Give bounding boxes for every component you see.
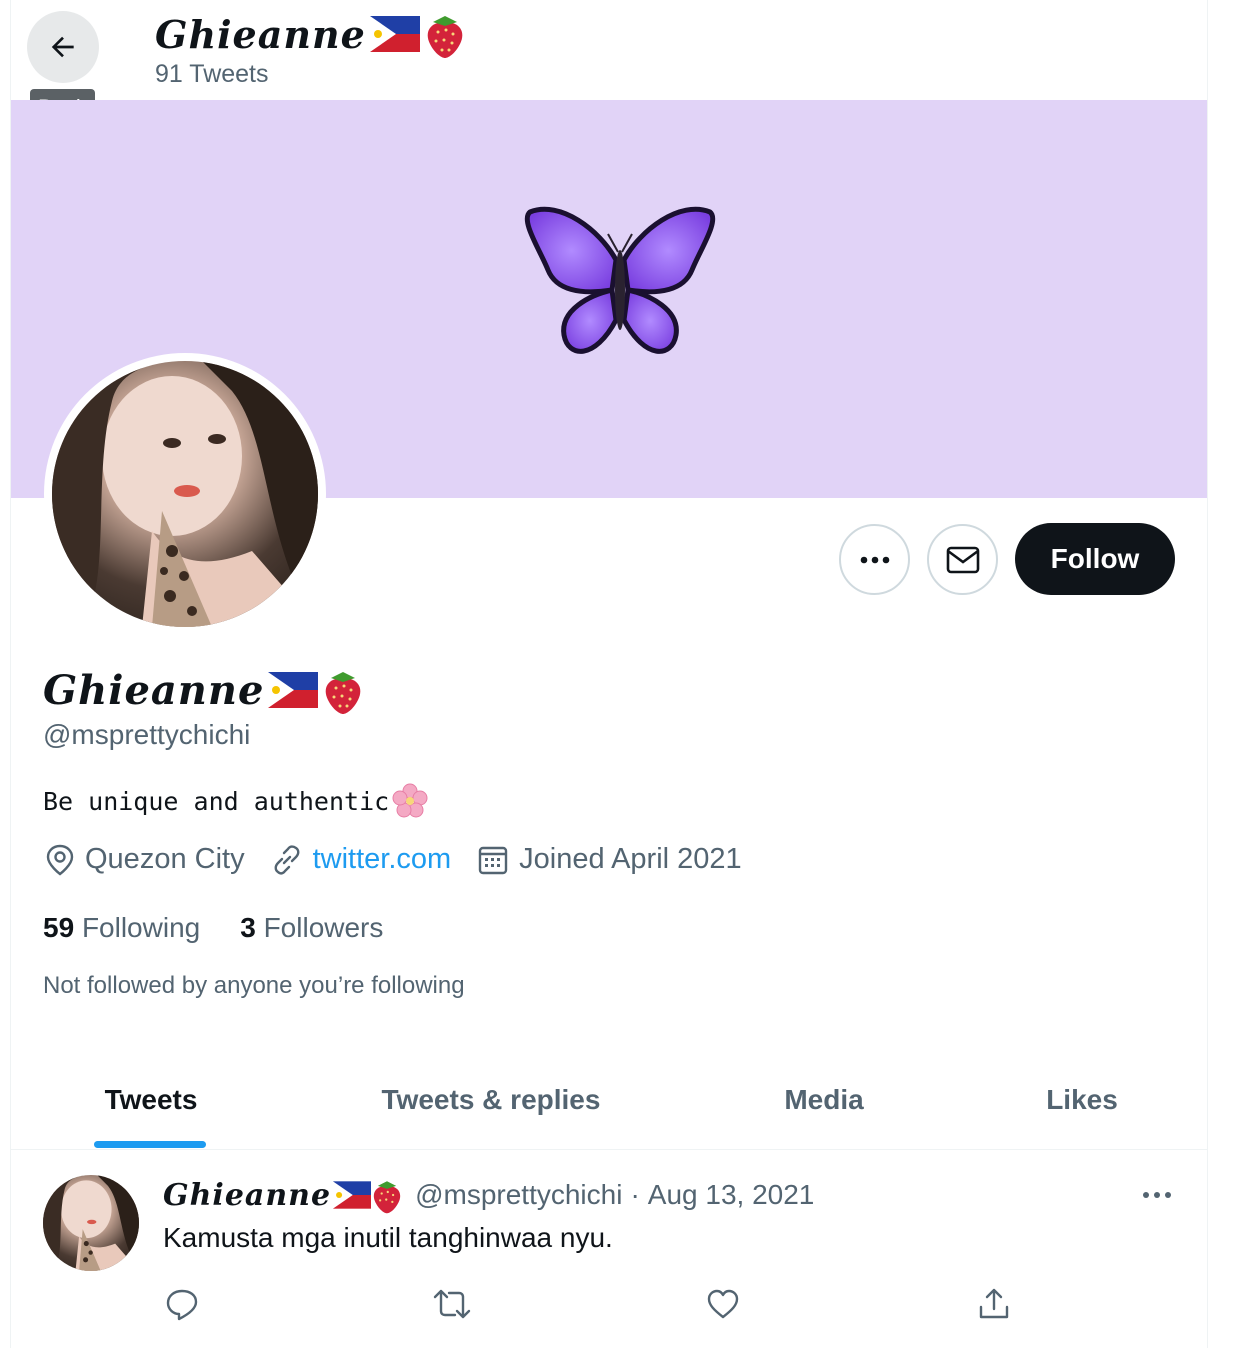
follow-button[interactable]: Follow (1015, 523, 1175, 595)
bio-text: Be unique and authentic (43, 786, 390, 816)
active-tab-indicator (94, 1141, 206, 1148)
strawberry-icon (373, 1181, 401, 1214)
join-date: Joined April 2021 (477, 843, 742, 876)
calendar-icon (478, 846, 508, 874)
joined-text: Joined April 2021 (519, 843, 742, 875)
following-count: 59 (43, 912, 75, 943)
location-text: Quezon City (85, 843, 245, 875)
following-label: Following (81, 912, 201, 943)
header-tweet-count: 91 Tweets (155, 60, 269, 88)
share-button[interactable] (972, 1282, 1016, 1326)
strawberry-icon (427, 16, 463, 58)
tab-tweets-replies[interactable]: Tweets & replies (291, 1050, 691, 1150)
tab-likes[interactable]: Likes (957, 1050, 1207, 1150)
share-icon (979, 1288, 1009, 1319)
followers-link[interactable]: 3 Followers (240, 912, 383, 944)
profile-avatar[interactable] (44, 353, 326, 635)
message-button[interactable] (927, 524, 998, 595)
reply-icon (166, 1289, 198, 1321)
tweet-avatar[interactable] (43, 1175, 139, 1271)
avatar-illustration (52, 361, 318, 627)
butterfly-icon (524, 206, 716, 354)
website-link[interactable]: twitter.com (313, 843, 452, 876)
website: twitter.com (271, 843, 452, 876)
tweet-date[interactable]: Aug 13, 2021 (648, 1179, 815, 1211)
tweet-more-button[interactable] (1135, 1180, 1179, 1210)
profile-tabs: Tweets Tweets & replies Media Likes (11, 1050, 1207, 1150)
followers-label: Followers (263, 912, 384, 943)
avatar-photo (52, 361, 318, 627)
header-title: Ghieanne (155, 10, 466, 58)
like-button[interactable] (701, 1282, 745, 1326)
philippines-flag-icon (333, 1181, 372, 1209)
follow-counts: 59 Following 3 Followers (43, 912, 423, 944)
following-link[interactable]: 59 Following (43, 912, 200, 944)
envelope-icon (946, 546, 979, 573)
more-horizontal-icon (1143, 1192, 1171, 1198)
tweet-handle[interactable]: @msprettychichi (415, 1179, 622, 1211)
followers-count: 3 (240, 912, 256, 943)
header-display-name: Ghieanne (155, 11, 366, 57)
tweet-display-name[interactable]: Ghieanne (163, 1178, 331, 1213)
retweet-button[interactable] (430, 1282, 474, 1326)
cherry-blossom-icon (392, 783, 428, 818)
tweet-header: Ghieanne @msprettychichi · Aug 13, 2021 (163, 1176, 814, 1214)
profile-display-name: Ghieanne (43, 666, 265, 714)
back-button[interactable] (27, 11, 99, 83)
profile-name: Ghieanne (43, 666, 364, 714)
reply-button[interactable] (160, 1282, 204, 1326)
tweet-separator: · (630, 1179, 640, 1210)
tab-media[interactable]: Media (691, 1050, 957, 1150)
tweet-text: Kamusta mga inutil tanghinwaa nyu. (163, 1222, 613, 1253)
philippines-flag-icon (369, 16, 420, 52)
more-horizontal-icon (860, 556, 889, 563)
location-pin-icon (46, 844, 74, 876)
strawberry-icon (326, 672, 361, 714)
profile-handle: @msprettychichi (43, 719, 251, 750)
not-followed-note: Not followed by anyone you’re following (43, 972, 465, 999)
profile-bio: Be unique and authentic (43, 782, 429, 820)
heart-icon (707, 1289, 739, 1319)
arrow-left-icon (51, 36, 74, 58)
location: Quezon City (45, 843, 245, 876)
retweet-icon (433, 1289, 471, 1319)
link-icon (274, 844, 300, 875)
tab-tweets[interactable]: Tweets (11, 1050, 291, 1150)
philippines-flag-icon (268, 672, 319, 708)
tweet-avatar-illustration (43, 1175, 139, 1271)
profile-meta: Quezon City twitter.com Joined April 202… (45, 843, 768, 876)
more-options-button[interactable] (839, 524, 910, 595)
